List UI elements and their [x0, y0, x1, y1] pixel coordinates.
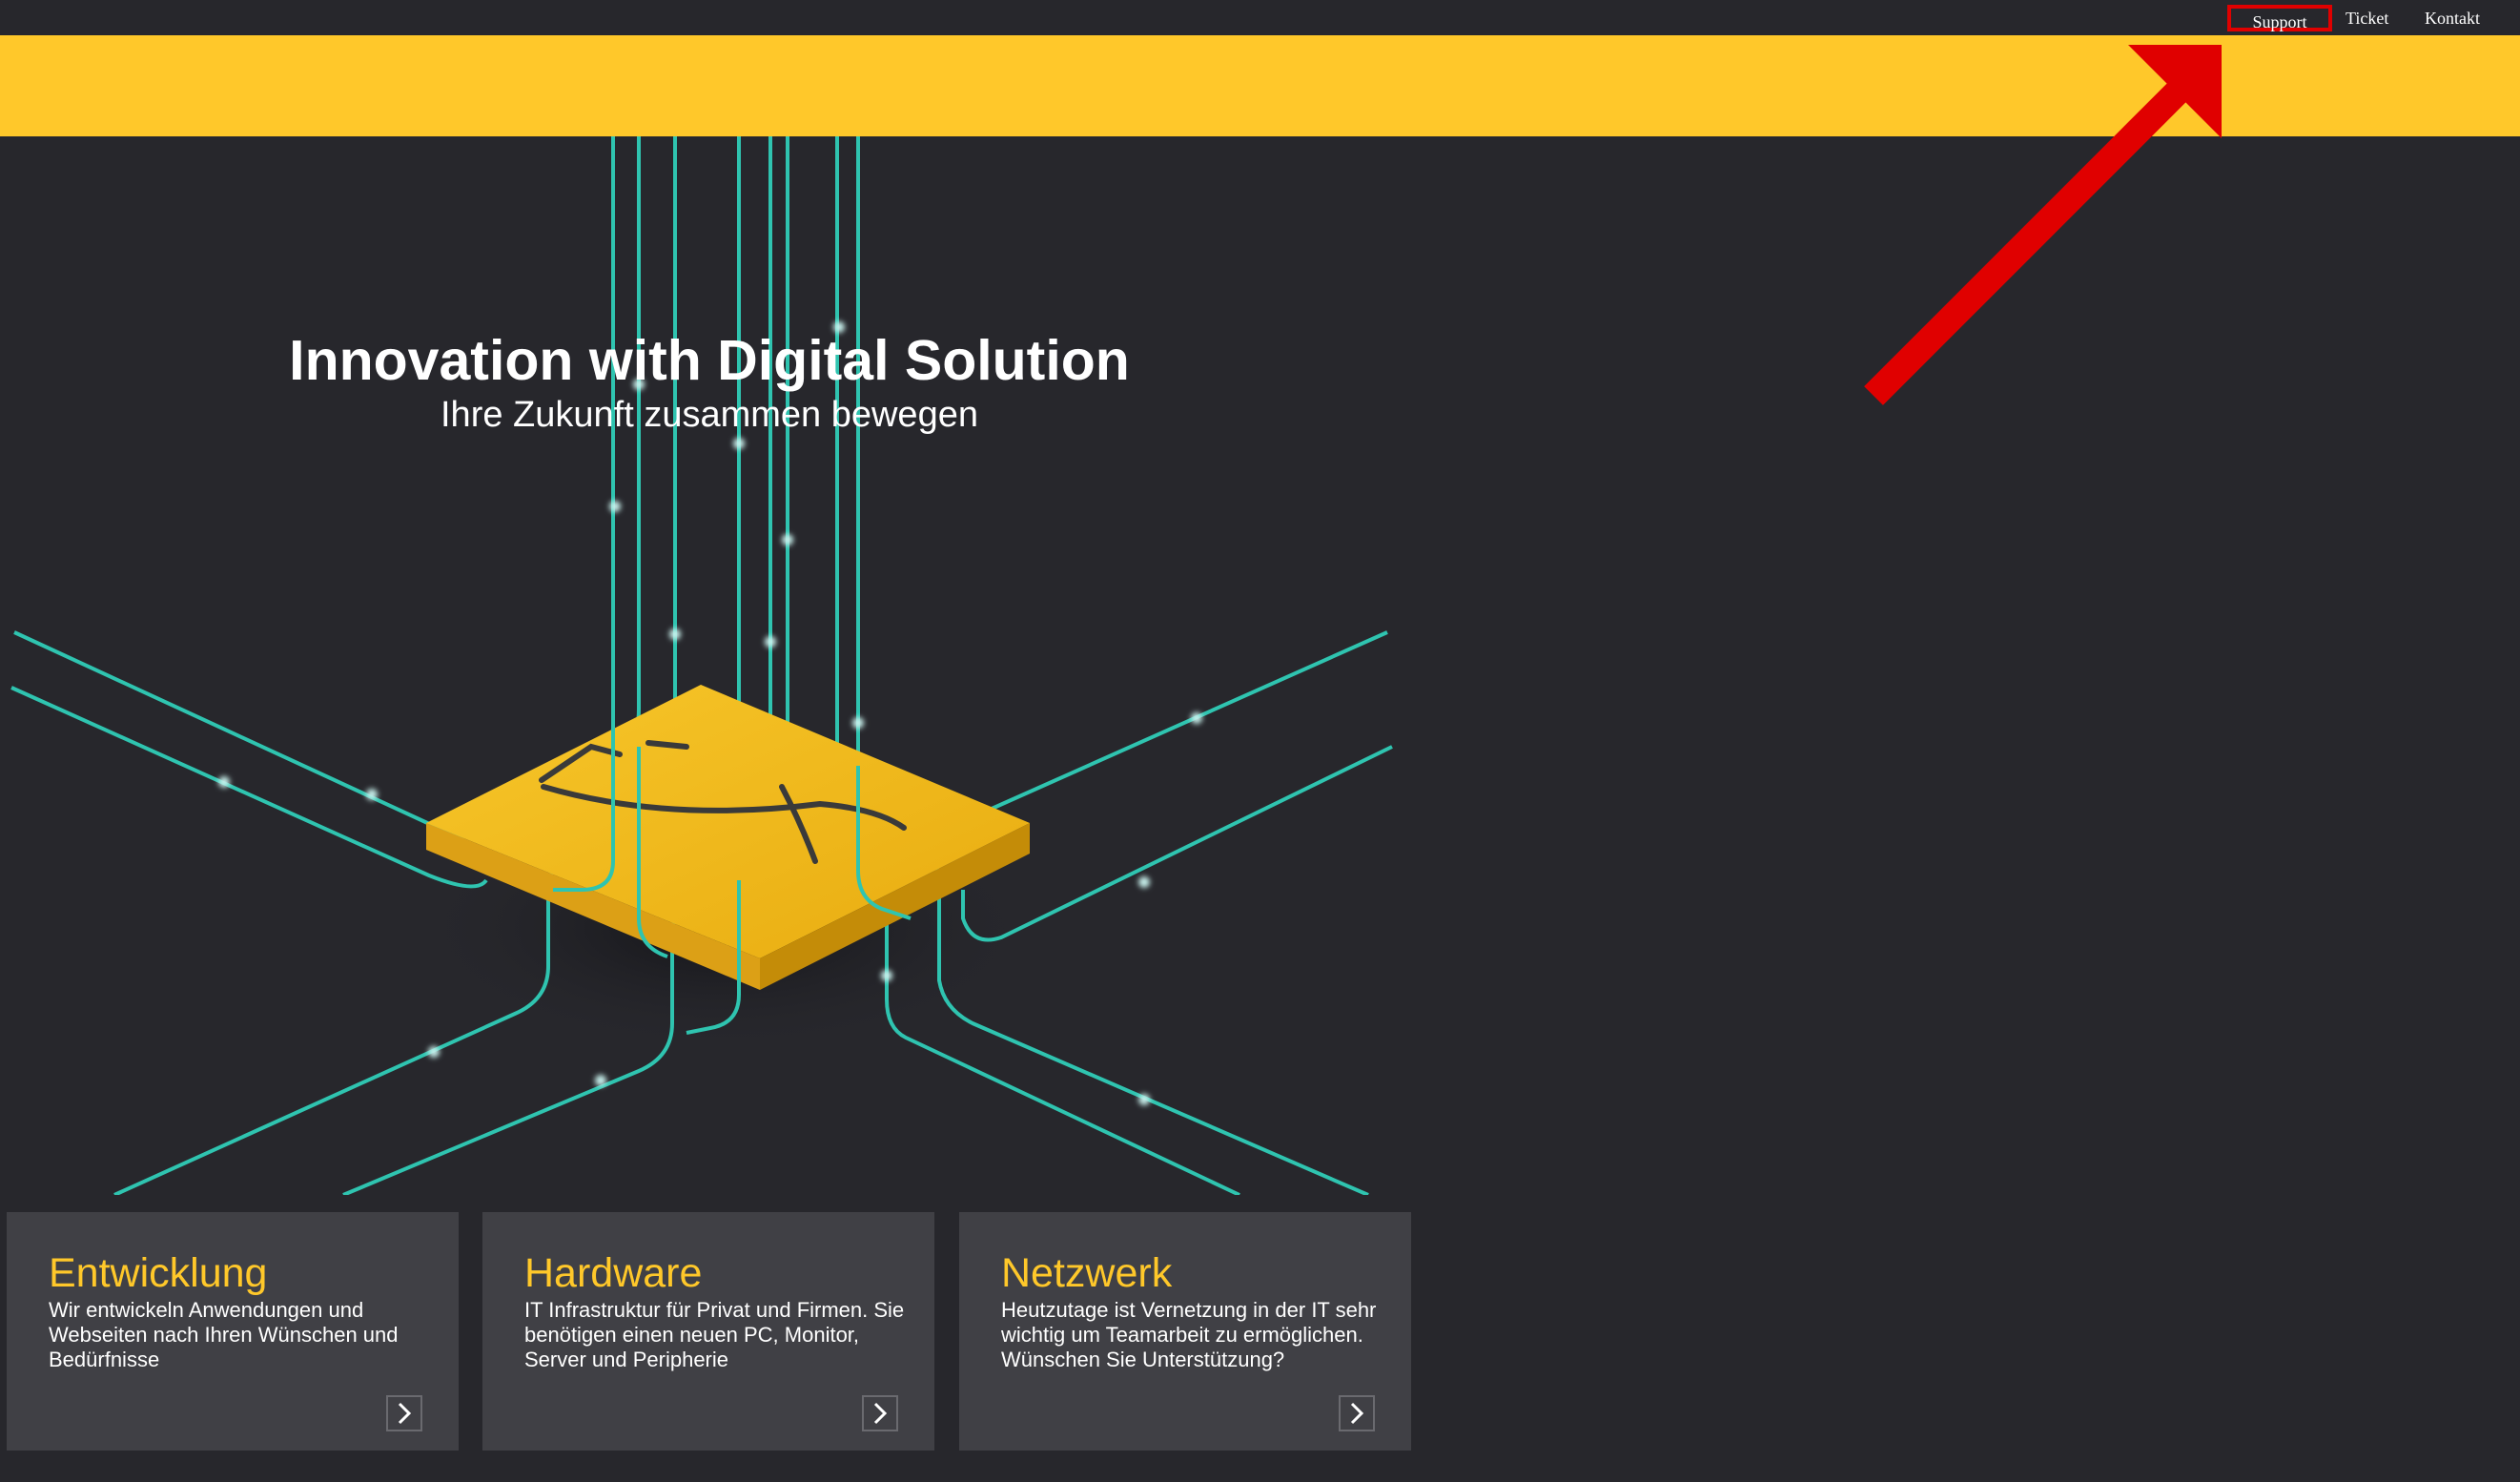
card-more-button[interactable]: [1339, 1395, 1375, 1431]
card-more-button[interactable]: [386, 1395, 422, 1431]
top-bar: Support Ticket Kontakt: [0, 0, 2520, 35]
card-entwicklung: Entwicklung Wir entwickeln Anwendungen u…: [7, 1212, 459, 1451]
card-netzwerk: Netzwerk Heutzutage ist Vernetzung in de…: [959, 1212, 1411, 1451]
card-text: Wir entwickeln Anwendungen und Webseiten…: [49, 1298, 399, 1371]
card-text: IT Infrastruktur für Privat und Firmen. …: [524, 1298, 905, 1371]
nav-support-link[interactable]: Support: [2227, 5, 2332, 31]
card-more-button[interactable]: [862, 1395, 898, 1431]
card-text: Heutzutage ist Vernetzung in der IT sehr…: [1001, 1298, 1377, 1371]
card-title: Entwicklung: [49, 1250, 268, 1296]
chip-illustration: [10, 136, 1393, 1195]
nav-kontakt-link[interactable]: Kontakt: [2425, 5, 2480, 31]
hero-section: Innovation with Digital Solution Ihre Zu…: [0, 136, 1411, 1195]
hero-subtitle: Ihre Zukunft zusammen bewegen: [440, 395, 978, 435]
chevron-right-icon: [1350, 1402, 1364, 1425]
card-hardware: Hardware IT Infrastruktur für Privat und…: [482, 1212, 934, 1451]
chevron-right-icon: [398, 1402, 412, 1425]
nav-ticket-link[interactable]: Ticket: [2346, 5, 2388, 31]
chevron-right-icon: [873, 1402, 888, 1425]
annotation-arrow-icon: [1864, 45, 2222, 405]
card-title: Hardware: [524, 1250, 703, 1296]
hero-title: Innovation with Digital Solution: [289, 329, 1130, 392]
card-title: Netzwerk: [1001, 1250, 1173, 1296]
